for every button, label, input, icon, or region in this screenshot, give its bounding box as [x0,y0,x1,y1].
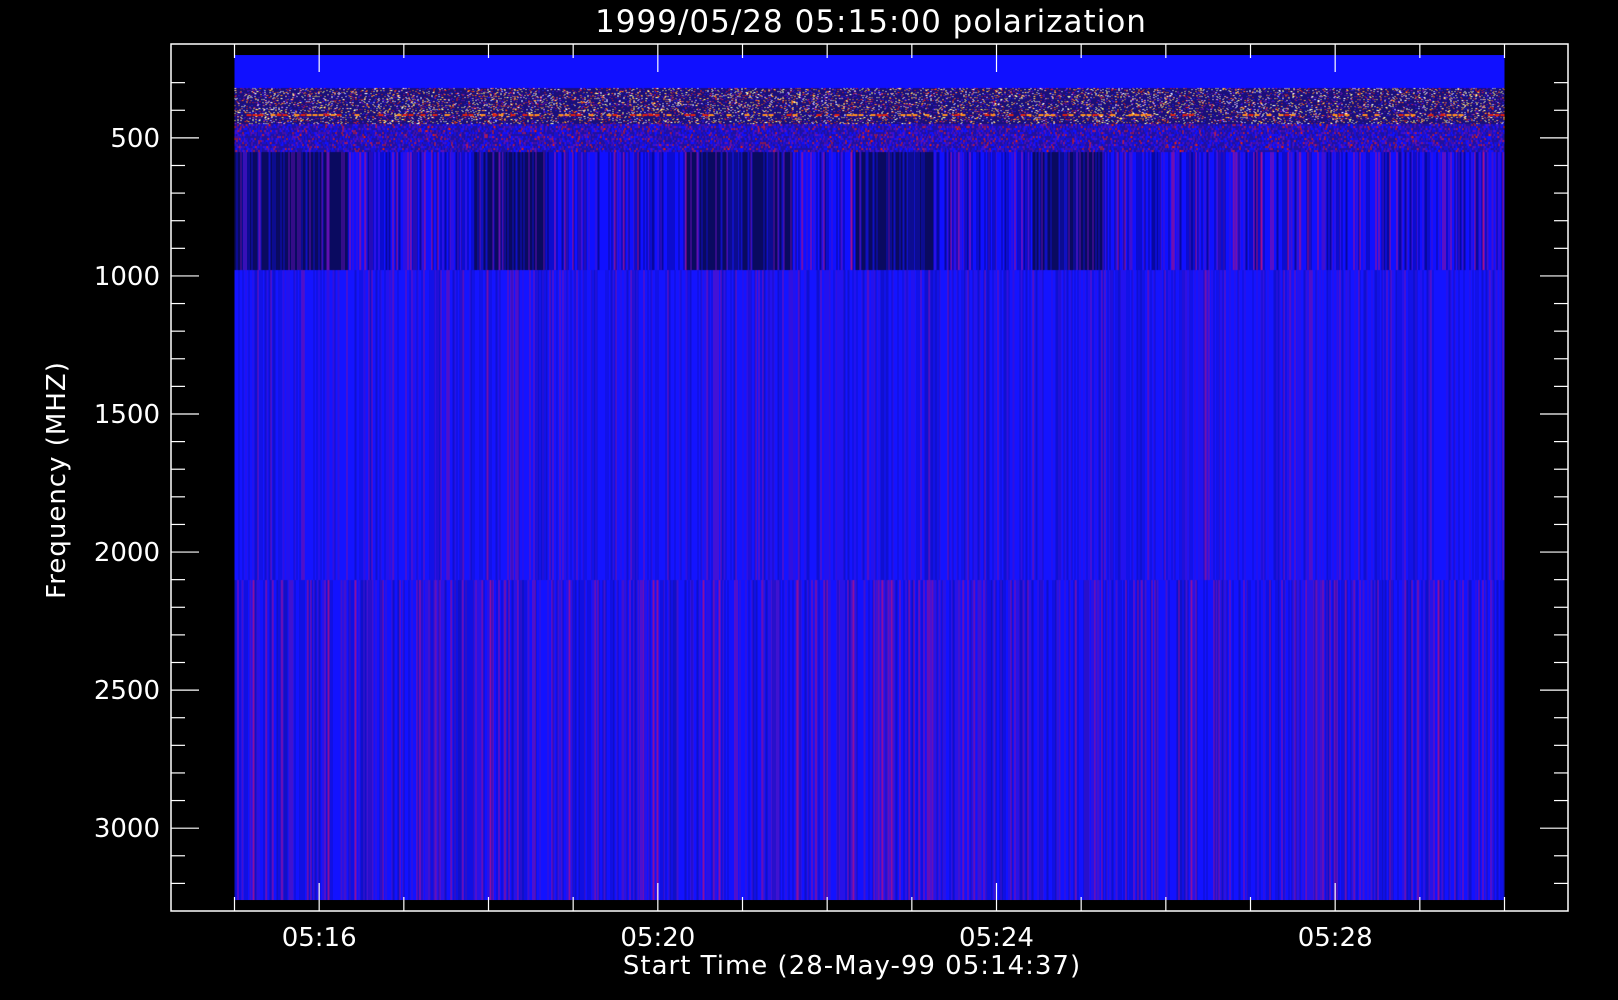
x-axis-label: Start Time (28-May-99 05:14:37) [623,951,1081,981]
y-axis-label: Frequency (MHZ) [42,361,72,599]
x-tick-label: 05:20 [620,923,695,953]
spectrogram-plot: 1999/05/28 05:15:00 polarization 05:16 05… [0,0,1618,1000]
y-tick-label: 500 [110,124,160,154]
x-tick-label: 05:16 [282,923,357,953]
y-tick-label: 3000 [94,814,160,844]
y-tick-label: 2000 [94,538,160,568]
y-tick-label: 1500 [94,400,160,430]
x-tick-label: 05:24 [959,923,1034,953]
chart-title: 1999/05/28 05:15:00 polarization [595,4,1147,40]
y-tick-label: 1000 [94,262,160,292]
x-tick-label: 05:28 [1298,923,1373,953]
y-tick-label: 2500 [94,676,160,706]
spectrogram-image [234,55,1505,901]
heatmap-image [234,55,1505,901]
